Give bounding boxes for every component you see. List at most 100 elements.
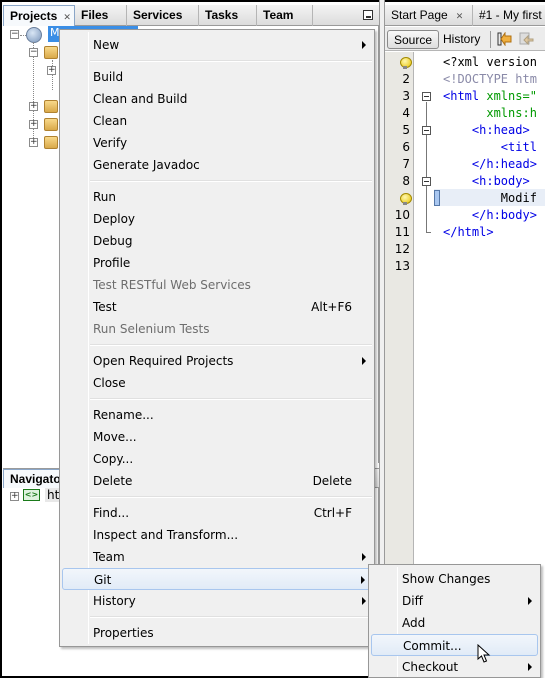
menu-item-build[interactable]: Build (62, 66, 372, 88)
menu-item-label: Checkout (402, 660, 459, 674)
code-line: <titl (443, 140, 537, 154)
menu-item-label: Debug (93, 234, 133, 248)
menu-item-delete[interactable]: Delete Delete (62, 470, 372, 492)
menu-item-inspect-and-transform[interactable]: Inspect and Transform... (62, 524, 372, 546)
button-label: History (443, 32, 481, 46)
tab-label: Services (133, 8, 183, 22)
lightbulb-hint-icon[interactable] (400, 57, 412, 69)
menu-separator (90, 344, 372, 346)
menu-item-label: Delete (93, 474, 133, 488)
menu-item-git[interactable]: Git (62, 568, 372, 590)
fold-guide (426, 102, 427, 232)
back-icon[interactable] (519, 32, 534, 46)
tab-start-page[interactable]: Start Page ✕ (385, 5, 473, 26)
tab-team[interactable]: Team (257, 5, 313, 26)
folder-icon (44, 100, 58, 113)
menu-item-shortcut: Delete (312, 474, 352, 488)
menu-item-shortcut: Ctrl+F (313, 506, 352, 520)
menu-separator (90, 60, 372, 62)
expand-icon[interactable]: + (29, 120, 38, 129)
menu-item-label: Team (93, 550, 125, 564)
menu-item-clean[interactable]: Clean (62, 110, 372, 132)
menu-item-rename[interactable]: Rename... (62, 404, 372, 426)
menu-item-label: Show Changes (402, 572, 491, 586)
source-button[interactable]: Source (387, 30, 440, 49)
line-number: 6 (402, 140, 410, 154)
fold-toggle-icon[interactable] (422, 177, 431, 186)
line-number: 11 (394, 225, 410, 239)
menu-item-profile[interactable]: Profile (62, 252, 372, 274)
menu-item-label: Test RESTful Web Services (93, 278, 251, 292)
tab-label: Files (81, 8, 109, 22)
expand-icon[interactable]: + (47, 66, 56, 75)
tab-tasks[interactable]: Tasks (199, 5, 257, 26)
submenu-arrow-icon (362, 357, 366, 365)
menu-item-open-required-projects[interactable]: Open Required Projects (62, 350, 372, 372)
tab-document[interactable]: #1 - My first i (473, 5, 545, 26)
submenu-arrow-icon (362, 553, 366, 561)
menu-item-debug[interactable]: Debug (62, 230, 372, 252)
expand-icon[interactable]: + (29, 138, 38, 147)
menu-item-run[interactable]: Run (62, 186, 372, 208)
menu-item-label: Open Required Projects (93, 354, 234, 368)
close-icon[interactable]: ✕ (63, 12, 71, 22)
line-number: 4 (402, 106, 410, 120)
close-icon[interactable]: ✕ (456, 11, 464, 21)
menu-item-label: Clean and Build (93, 92, 188, 106)
menu-item-label: Clean (93, 114, 128, 128)
submenu-arrow-icon (362, 41, 366, 49)
menu-item-team[interactable]: Team (62, 546, 372, 568)
submenu-arrow-icon (528, 597, 532, 605)
html-element-icon: <> (23, 489, 40, 501)
menu-item-move[interactable]: Move... (62, 426, 372, 448)
menu-item-clean-and-build[interactable]: Clean and Build (62, 88, 372, 110)
menu-item-deploy[interactable]: Deploy (62, 208, 372, 230)
expand-icon[interactable]: + (10, 492, 19, 501)
lightbulb-hint-icon[interactable] (400, 193, 412, 205)
menu-item-checkout[interactable]: Checkout (371, 656, 538, 678)
last-edit-icon[interactable] (497, 32, 512, 46)
menu-item-label: Rename... (93, 408, 154, 422)
fold-toggle-icon[interactable] (422, 126, 431, 135)
tab-projects[interactable]: Projects ✕ (3, 5, 75, 26)
menu-item-label: Copy... (93, 452, 134, 466)
menu-item-copy[interactable]: Copy... (62, 448, 372, 470)
collapse-icon[interactable]: − (10, 30, 19, 39)
menu-item-generate-javadoc[interactable]: Generate Javadoc (62, 154, 372, 176)
projects-panel-tabs: Projects ✕ Files Services Tasks Team (3, 5, 379, 26)
tab-services[interactable]: Services (127, 5, 199, 26)
menu-item-find[interactable]: Find... Ctrl+F (62, 502, 372, 524)
tab-files[interactable]: Files (75, 5, 127, 26)
menu-item-commit[interactable]: Commit... (371, 634, 538, 656)
tab-label: Projects (10, 9, 58, 23)
project-context-menu: New Build Clean and Build Clean Verify Genera… (59, 29, 375, 647)
menu-item-history[interactable]: History (62, 590, 372, 612)
collapse-icon[interactable]: − (29, 48, 38, 57)
menu-item-properties[interactable]: Properties (62, 622, 372, 644)
menu-item-label: Move... (93, 430, 137, 444)
fold-toggle-icon[interactable] (422, 92, 431, 101)
menu-item-show-changes[interactable]: Show Changes (371, 568, 538, 590)
mouse-cursor-icon (477, 644, 491, 663)
menu-separator (90, 398, 372, 400)
line-number: 12 (394, 242, 410, 256)
menu-item-label: Verify (93, 136, 128, 150)
folder-icon (44, 118, 58, 131)
menu-item-new[interactable]: New (62, 34, 372, 56)
menu-item-test[interactable]: Test Alt+F6 (62, 296, 372, 318)
menu-item-diff[interactable]: Diff (371, 590, 538, 612)
menu-item-label: Inspect and Transform... (93, 528, 239, 542)
menu-item-label: Profile (93, 256, 131, 270)
minimize-icon[interactable] (363, 10, 373, 20)
menu-item-label: Build (93, 70, 124, 84)
expand-icon[interactable]: + (29, 102, 38, 111)
history-button[interactable]: History (437, 30, 486, 49)
menu-item-add[interactable]: Add (371, 612, 538, 634)
line-number: 7 (402, 157, 410, 171)
menu-item-close[interactable]: Close (62, 372, 372, 394)
menu-item-label: Commit... (403, 639, 462, 653)
menu-item-verify[interactable]: Verify (62, 132, 372, 154)
editor-toolbar: Source History (385, 27, 545, 51)
line-number: 5 (402, 123, 410, 137)
menu-item-test-restful-web-services: Test RESTful Web Services (62, 274, 372, 296)
